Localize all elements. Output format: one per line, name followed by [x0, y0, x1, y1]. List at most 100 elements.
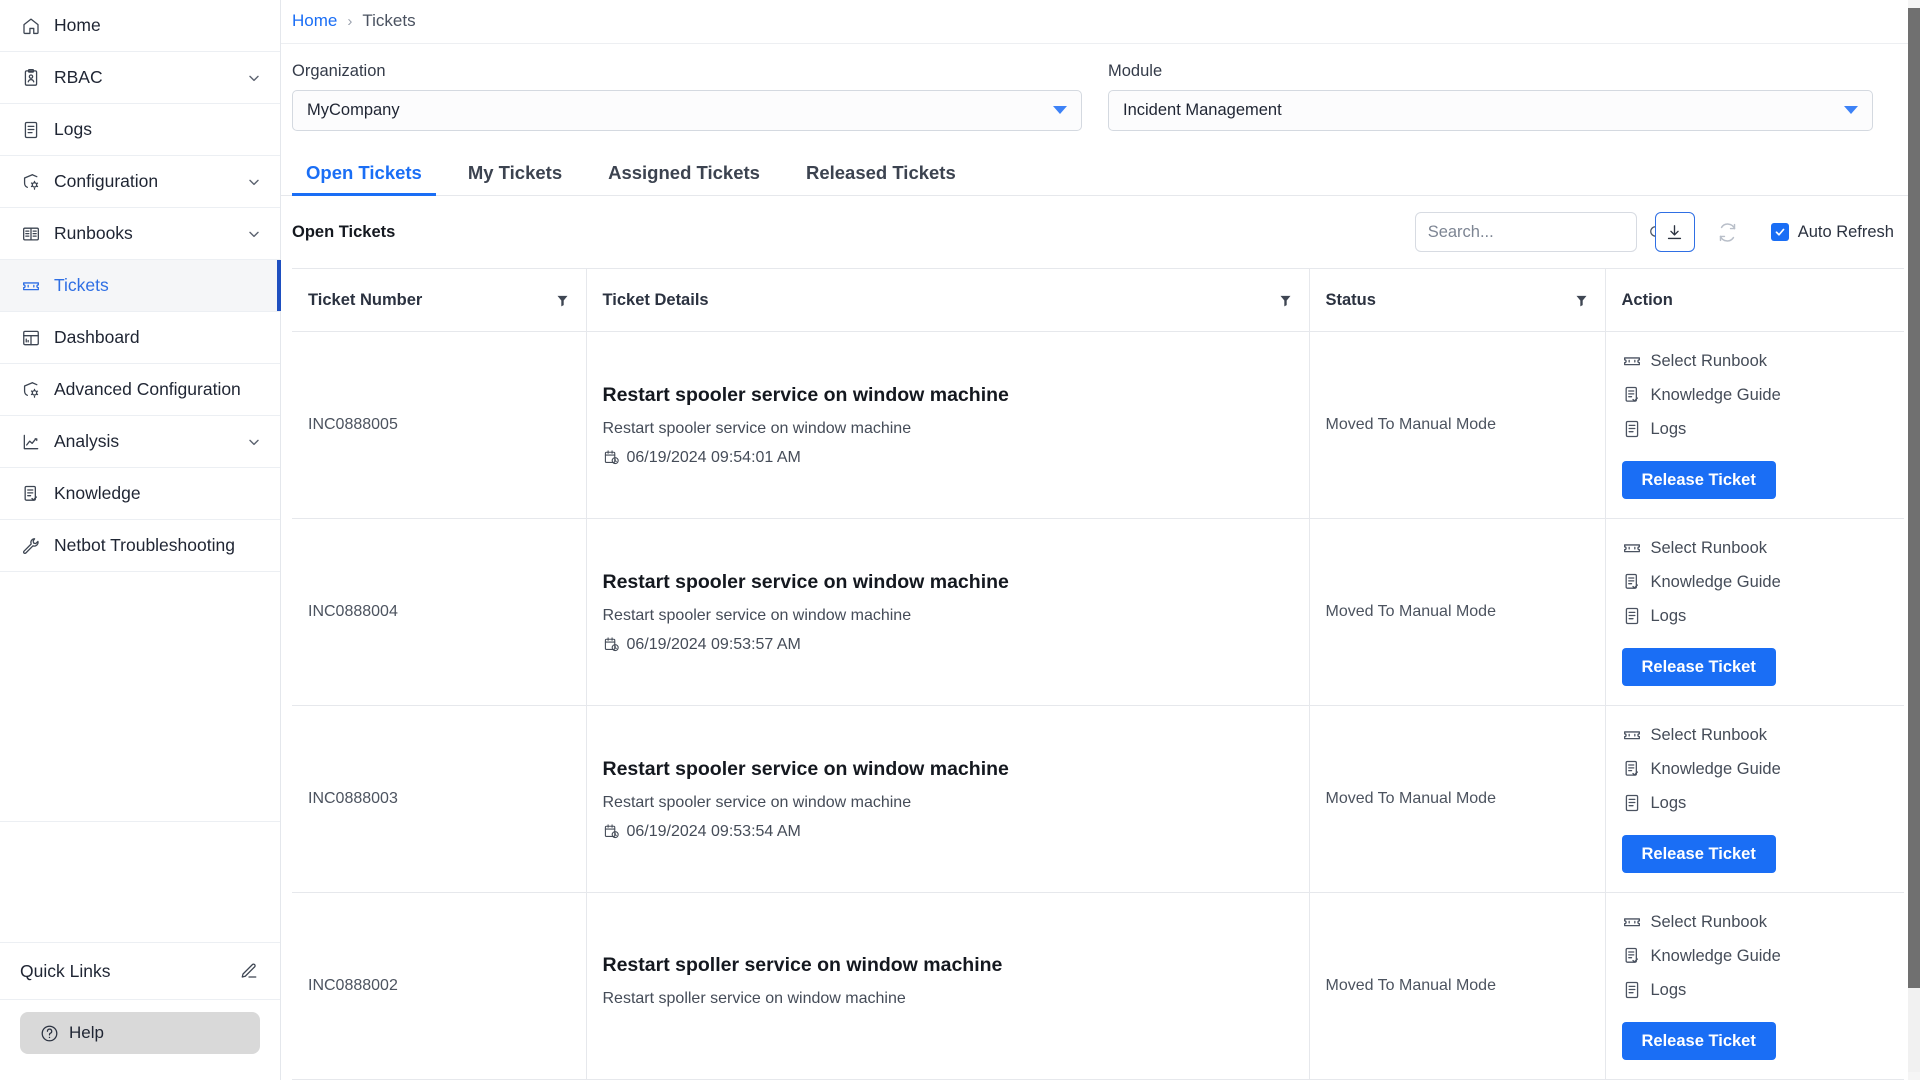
filter-icon[interactable] [1574, 293, 1589, 308]
auto-refresh-label: Auto Refresh [1797, 222, 1894, 241]
action-logs[interactable]: Logs [1622, 980, 1889, 1000]
module-select[interactable]: Incident Management [1108, 89, 1873, 131]
action-logs[interactable]: Logs [1622, 606, 1889, 626]
ticket-date: 06/19/2024 09:53:57 AM [603, 636, 1293, 654]
sidebar-item-label: Advanced Configuration [54, 379, 241, 399]
release-ticket-button[interactable]: Release Ticket [1621, 835, 1776, 873]
status-text: Moved To Manual Mode [1325, 603, 1496, 620]
ticket-icon [1622, 538, 1642, 558]
sidebar-item-advanced-configuration[interactable]: Advanced Configuration [0, 364, 280, 416]
action-knowledge-guide[interactable]: Knowledge Guide [1622, 385, 1889, 405]
sidebar-item-home[interactable]: Home [0, 0, 280, 52]
download-button[interactable] [1654, 212, 1695, 252]
search-input[interactable] [1427, 222, 1648, 242]
table-row: INC0888002 Restart spoller service on win… [292, 892, 1904, 1080]
action-logs[interactable]: Logs [1622, 419, 1889, 439]
sidebar-item-tickets[interactable]: Tickets [0, 260, 281, 312]
filter-icon[interactable] [1278, 293, 1293, 308]
action-knowledge-guide[interactable]: Knowledge Guide [1622, 946, 1889, 966]
organization-label: Organization [292, 61, 386, 80]
sidebar-item-analysis[interactable]: Analysis [0, 416, 280, 468]
sidebar-item-netbot-troubleshooting[interactable]: Netbot Troubleshooting [0, 520, 280, 572]
pencil-icon[interactable] [240, 962, 258, 980]
sidebar-item-runbooks[interactable]: Runbooks [0, 208, 280, 260]
ticket-icon [20, 275, 42, 297]
action-label: Logs [1650, 419, 1687, 438]
filters-row: Organization MyCompany Module Incident M… [281, 44, 1920, 139]
cell-ticket-number: INC0888005 [292, 331, 587, 519]
organization-select[interactable]: MyCompany [292, 89, 1082, 131]
home-icon [20, 15, 42, 37]
table-header-row: Ticket Number Ticket Details Status Action [292, 268, 1904, 332]
sidebar-item-rbac[interactable]: RBAC [0, 52, 280, 104]
sidebar-item-dashboard[interactable]: Dashboard [0, 312, 280, 364]
main-content: Home › Tickets Organization MyCompany Mo… [281, 0, 1920, 1080]
chevron-down-icon[interactable] [246, 174, 262, 190]
tickets-table-head: Ticket Number Ticket Details Status Action [292, 268, 1904, 332]
action-knowledge-guide[interactable]: Knowledge Guide [1622, 759, 1889, 779]
panel-toolbar: Auto Refresh [1414, 212, 1894, 252]
scrollbar-thumb[interactable] [1908, 8, 1920, 988]
ticket-title: Restart spooler service on window machin… [602, 757, 1009, 780]
sidebar-item-configuration[interactable]: Configuration [0, 156, 280, 208]
help-button[interactable]: Help [20, 1012, 260, 1054]
scrollbar-up-arrow[interactable] [1908, 0, 1920, 8]
tab-assigned-tickets[interactable]: Assigned Tickets [594, 162, 774, 195]
sidebar-item-knowledge[interactable]: Knowledge [0, 468, 280, 520]
column-header-ticket-details: Ticket Details [586, 268, 1310, 332]
chevron-down-icon[interactable] [246, 226, 262, 242]
book-open-icon [20, 223, 42, 245]
sidebar-item-label: Logs [54, 119, 92, 139]
action-knowledge-guide[interactable]: Knowledge Guide [1622, 572, 1889, 592]
filter-icon[interactable] [555, 293, 570, 308]
action-select-runbook[interactable]: Select Runbook [1622, 912, 1889, 932]
action-label: Logs [1650, 606, 1687, 625]
sidebar: Home RBAC Logs Configuration Runbooks Tickets… [0, 0, 281, 1080]
ticket-number-text: INC0888002 [308, 977, 398, 994]
tickets-panel: Open Tickets Search... Auto Refresh Tick… [281, 196, 1920, 1080]
release-ticket-button[interactable]: Release Ticket [1621, 1022, 1776, 1060]
cell-action: Select Runbook Knowledge Guide Logs Release… [1605, 892, 1904, 1080]
file-check-icon [1622, 759, 1642, 779]
cell-action: Select Runbook Knowledge Guide Logs Release… [1605, 705, 1904, 893]
action-select-runbook[interactable]: Select Runbook [1622, 725, 1889, 745]
release-ticket-button[interactable]: Release Ticket [1621, 648, 1776, 686]
refresh-button[interactable] [1711, 215, 1745, 249]
page-scrollbar[interactable] [1908, 0, 1920, 1080]
column-header-action: Action [1605, 268, 1904, 332]
scrollbar-down-arrow[interactable] [1908, 1072, 1920, 1080]
release-ticket-button[interactable]: Release Ticket [1621, 461, 1776, 499]
tab-my-tickets[interactable]: My Tickets [454, 162, 576, 195]
gear-settings-icon [20, 171, 42, 193]
action-label: Logs [1650, 793, 1687, 812]
search-box[interactable] [1414, 212, 1664, 252]
auto-refresh-checkbox[interactable] [1770, 223, 1789, 241]
tab-released-tickets[interactable]: Released Tickets [792, 162, 970, 195]
ticket-icon [1622, 912, 1642, 932]
column-header-ticket-number: Ticket Number [292, 268, 587, 332]
breadcrumb-home-link[interactable]: Home [292, 11, 337, 31]
ticket-number-text: INC0888005 [308, 416, 398, 433]
cell-ticket-details: Restart spooler service on window machin… [586, 331, 1310, 519]
organization-field: Organization MyCompany [292, 62, 1082, 131]
action-select-runbook[interactable]: Select Runbook [1622, 538, 1889, 558]
app-root: Home RBAC Logs Configuration Runbooks Tickets… [0, 0, 1920, 1080]
sidebar-item-label: Configuration [54, 171, 159, 191]
calendar-clock-icon [603, 449, 620, 466]
chevron-down-icon[interactable] [246, 70, 262, 86]
sidebar-filler [0, 572, 280, 822]
quick-links-section[interactable]: Quick Links [0, 942, 280, 1000]
tickets-table: Ticket Number Ticket Details Status Action … [292, 268, 1904, 1080]
tab-open-tickets[interactable]: Open Tickets [292, 162, 436, 196]
sidebar-item-label: Home [54, 15, 101, 35]
action-select-runbook[interactable]: Select Runbook [1622, 351, 1889, 371]
module-label: Module [1108, 61, 1163, 80]
auto-refresh-toggle[interactable]: Auto Refresh [1770, 222, 1894, 242]
chevron-down-icon[interactable] [246, 434, 262, 450]
action-logs[interactable]: Logs [1622, 793, 1889, 813]
sidebar-item-logs[interactable]: Logs [0, 104, 280, 156]
file-lines-icon [1622, 793, 1642, 813]
sidebar-item-label: Netbot Troubleshooting [54, 535, 235, 555]
sidebar-item-label: Tickets [54, 275, 109, 295]
